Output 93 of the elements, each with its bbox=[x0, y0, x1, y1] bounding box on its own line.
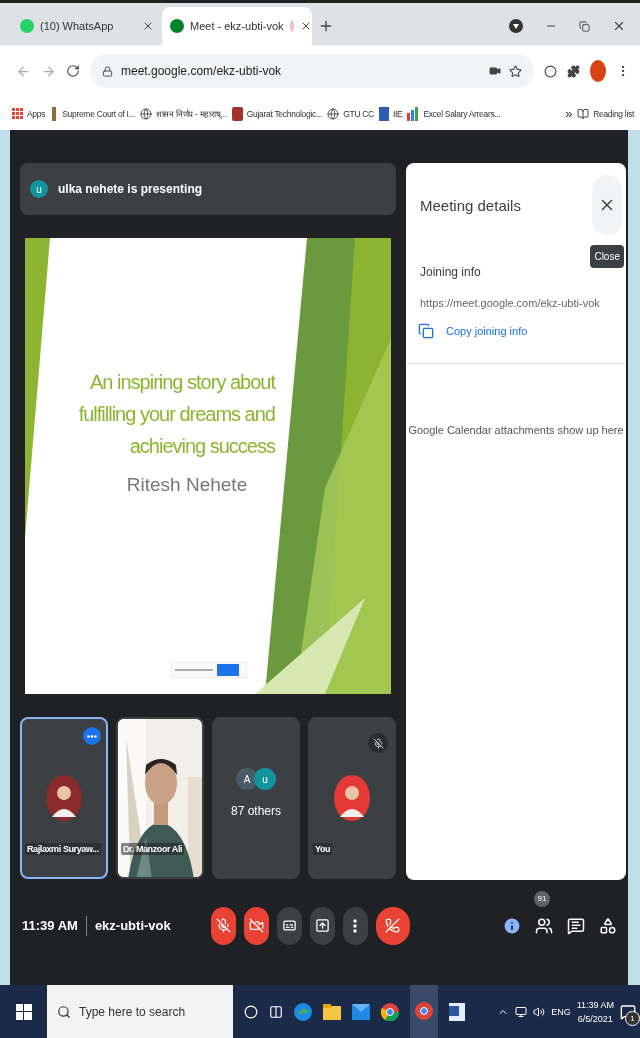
mic-off-icon bbox=[215, 918, 231, 933]
captions-button[interactable] bbox=[276, 906, 302, 945]
participant-tile[interactable]: Rajlaxmi Suryaw... bbox=[20, 717, 108, 879]
apps-icon bbox=[12, 108, 23, 119]
puzzle-icon[interactable] bbox=[567, 64, 580, 78]
close-icon[interactable] bbox=[142, 20, 154, 32]
slide-author: Ritesh Nehete bbox=[126, 474, 248, 496]
slide-title: achieving success bbox=[129, 434, 275, 459]
notifications-icon[interactable] bbox=[620, 1003, 636, 1020]
task-view-icon[interactable] bbox=[269, 1004, 283, 1019]
slide-title: fulfilling your dreams and bbox=[78, 402, 275, 427]
clock-time: 11:39 AM bbox=[576, 999, 614, 1010]
logo-icon bbox=[231, 106, 243, 121]
clock-date: 6/5/2021 bbox=[577, 1013, 613, 1024]
phone-icon bbox=[385, 918, 401, 933]
chart-icon bbox=[407, 106, 420, 121]
participant-tile[interactable]: You bbox=[308, 717, 396, 879]
search-icon bbox=[57, 1004, 71, 1019]
search-field[interactable]: Type here to search bbox=[47, 985, 233, 1038]
globe-icon bbox=[139, 107, 152, 120]
close-icon[interactable] bbox=[612, 19, 626, 33]
windows-icon[interactable] bbox=[16, 1003, 32, 1020]
profile-avatar[interactable] bbox=[590, 60, 606, 82]
others-count: 87 others bbox=[230, 804, 281, 818]
slide-title: An inspiring story about bbox=[90, 370, 275, 395]
participant-initial: u bbox=[254, 768, 276, 790]
network-icon[interactable] bbox=[515, 1005, 528, 1018]
chrome-icon[interactable] bbox=[381, 1002, 399, 1021]
notification-count: 1 bbox=[625, 1010, 640, 1026]
more-icon bbox=[353, 918, 358, 933]
volume-icon[interactable] bbox=[533, 1005, 546, 1018]
reload-icon[interactable] bbox=[66, 64, 80, 78]
camera-icon[interactable] bbox=[489, 65, 501, 77]
participant-tile[interactable]: A u 87 others bbox=[212, 717, 300, 879]
mail-icon[interactable] bbox=[352, 1003, 370, 1020]
address-field[interactable]: meet.google.com/ekz-ubti-vok bbox=[90, 54, 534, 88]
participant-name: You bbox=[313, 843, 333, 855]
bookmark-link[interactable]: शासन निर्णय - महाराष्... bbox=[155, 108, 227, 119]
folder-icon[interactable] bbox=[323, 1003, 341, 1020]
bookmark-link[interactable]: Excel Salary Arrears... bbox=[423, 108, 501, 119]
reading-list-link[interactable]: Reading list bbox=[593, 108, 634, 119]
participant-tile[interactable]: Dr. Manzoor Ali bbox=[116, 717, 204, 879]
browser-tab[interactable]: (10) WhatsApp bbox=[12, 7, 162, 45]
bookmark-link[interactable]: Apps bbox=[27, 108, 46, 119]
more-bookmarks[interactable]: » bbox=[565, 106, 573, 121]
participant-name: Rajlaxmi Suryaw... bbox=[25, 843, 101, 855]
logo-icon bbox=[378, 106, 389, 121]
cortana-icon[interactable] bbox=[244, 1004, 258, 1019]
browser-tab[interactable]: Meet - ekz-ubti-vok bbox=[162, 7, 312, 45]
browser-icon[interactable] bbox=[294, 1002, 312, 1021]
close-tooltip: Close bbox=[590, 245, 624, 268]
hang-up-button[interactable] bbox=[375, 906, 410, 945]
media-icon[interactable] bbox=[509, 19, 523, 33]
copy-joining-info-button[interactable]: Copy joining info bbox=[406, 309, 626, 353]
avatar-icon bbox=[46, 775, 82, 821]
reading-list-icon bbox=[577, 107, 590, 120]
info-icon bbox=[502, 915, 522, 936]
panel-title: Meeting details bbox=[420, 196, 521, 214]
bookmark-link[interactable]: IIE bbox=[392, 108, 403, 119]
bookmark-link[interactable]: Gujarat Technologic... bbox=[246, 108, 323, 119]
present-button[interactable] bbox=[309, 906, 335, 945]
captions-icon bbox=[281, 918, 297, 933]
present-icon bbox=[314, 918, 330, 933]
presenter-initial: u bbox=[30, 180, 48, 198]
globe-icon bbox=[327, 107, 340, 120]
participant-count: 91 bbox=[534, 890, 550, 907]
meeting-code: ekz-ubti-vok bbox=[94, 918, 171, 933]
mic-off-button[interactable] bbox=[210, 906, 236, 945]
close-button[interactable] bbox=[592, 175, 622, 235]
language-indicator[interactable]: ENG bbox=[551, 1006, 571, 1017]
people-icon bbox=[535, 916, 553, 935]
lock-icon bbox=[102, 65, 113, 77]
restore-icon[interactable] bbox=[579, 20, 590, 32]
bookmark-link[interactable]: Supreme Court of I... bbox=[62, 108, 135, 119]
star-icon[interactable] bbox=[509, 64, 522, 78]
avatar-icon bbox=[334, 775, 370, 821]
document-icon[interactable] bbox=[449, 1002, 465, 1021]
more-options-button[interactable] bbox=[342, 906, 368, 945]
participant-name: Dr. Manzoor Ali bbox=[121, 843, 185, 855]
presenting-text: ulka nehete is presenting bbox=[58, 182, 203, 196]
extension-icon[interactable] bbox=[544, 64, 557, 78]
more-icon[interactable] bbox=[83, 727, 101, 745]
attachments-note: Google Calendar attachments show up here bbox=[407, 424, 625, 436]
shapes-icon bbox=[599, 916, 617, 935]
tab-title: (10) WhatsApp bbox=[40, 20, 115, 32]
participant-initial: A bbox=[236, 768, 258, 790]
tab-title: Meet - ekz-ubti-vok bbox=[190, 20, 284, 32]
joining-info-label: Joining info bbox=[419, 264, 482, 279]
camera-off-button[interactable] bbox=[243, 906, 269, 945]
bookmark-link[interactable]: GTU CC bbox=[343, 108, 374, 119]
meeting-time: 11:39 AM bbox=[22, 918, 78, 933]
camera-off-icon bbox=[248, 918, 264, 933]
copy-icon bbox=[418, 323, 434, 339]
